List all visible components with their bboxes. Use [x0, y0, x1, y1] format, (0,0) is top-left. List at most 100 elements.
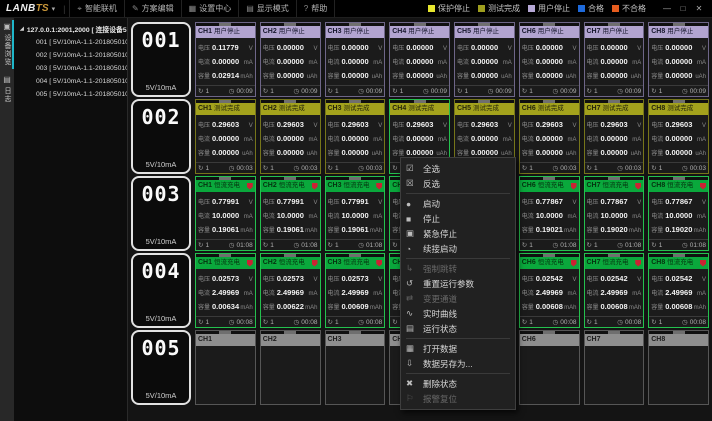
context-menu-label: 变更通道 — [423, 293, 457, 305]
channel-name: CH2 — [263, 257, 277, 269]
protection-shield-icon — [376, 183, 382, 190]
channel-readings: 电压0.77991V电流10.0000mA容量0.19061mAh — [326, 192, 385, 239]
channel-card-001-ch4[interactable]: CH4用户停止电压0.00000V电流0.00000mA容量0.00000uAh… — [389, 22, 450, 97]
channel-card-001-ch5[interactable]: CH5用户停止电压0.00000V电流0.00000mA容量0.00000uAh… — [454, 22, 515, 97]
channel-card-005-ch1[interactable]: CH1 — [195, 330, 256, 405]
device-badge-004[interactable]: 0045V/10mA — [131, 253, 191, 328]
channel-card-004-ch3[interactable]: CH3恒流充电电压0.02573V电流2.49969mA容量0.00609mAh… — [325, 253, 386, 328]
menu-item-help[interactable]: ?帮助 — [297, 0, 335, 17]
elapsed-time: ◷00:08 — [229, 318, 253, 326]
context-menu-item-delete-status[interactable]: ✖删除状态 — [401, 376, 515, 391]
channel-card-003-ch7[interactable]: CH7恒流充电电压0.77867V电流10.0000mA容量0.19020mAh… — [584, 176, 645, 251]
context-menu-item-save-data-as[interactable]: ⇩数据另存为... — [401, 356, 515, 371]
channel-card-001-ch1[interactable]: CH1用户停止电压0.11779V电流0.00000mA容量0.02914mAh… — [195, 22, 256, 97]
context-menu-item-invert-selection[interactable]: ☒反选 — [401, 176, 515, 191]
context-menu-item-reset-run-params[interactable]: ↺重置运行参数 — [401, 276, 515, 291]
logo-dropdown-caret[interactable]: ▾ — [52, 5, 56, 13]
channel-name: CH7 — [587, 334, 601, 346]
capacity-unit: mAh — [564, 228, 576, 234]
channel-card-003-ch1[interactable]: CH1恒流充电电压0.77991V电流10.0000mA容量0.19061mAh… — [195, 176, 256, 251]
current-reading: 电流10.0000mA — [587, 211, 642, 220]
emergency-stop-icon: ▣ — [406, 228, 423, 239]
minimize-button[interactable]: — — [660, 4, 674, 13]
voltage-value: 0.77867 — [665, 197, 701, 206]
channel-card-001-ch2[interactable]: CH2用户停止电压0.00000V电流0.00000mA容量0.00000uAh… — [260, 22, 321, 97]
current-value: 0.00000 — [277, 134, 308, 143]
channel-card-002-ch2[interactable]: CH2测试完成电压0.29603V电流0.00000mA容量0.00000uAh… — [260, 99, 321, 174]
side-tab-device-browse[interactable]: ▣设备浏览 — [0, 18, 14, 71]
clock-icon: ◷ — [294, 87, 300, 95]
menu-item-display-mode[interactable]: ▤显示模式 — [239, 0, 297, 17]
device-badge-001[interactable]: 0015V/10mA — [131, 22, 191, 97]
channel-footer: ↻1◷00:09 — [390, 85, 449, 96]
current-label: 电流 — [522, 211, 535, 220]
tree-item-device-2[interactable]: 002 [ 5V/10mA-1.1-20180501002 ] — [14, 49, 127, 62]
legend-color-swatch — [478, 5, 485, 12]
context-menu-item-realtime-curve[interactable]: ∿实时曲线 — [401, 306, 515, 321]
voltage-unit: V — [508, 123, 512, 129]
legend-item: 合格 — [578, 3, 604, 14]
channel-card-001-ch8[interactable]: CH8用户停止电压0.00000V电流0.00000mA容量0.00000uAh… — [648, 22, 709, 97]
loop-icon: ↻ — [587, 87, 592, 95]
channel-card-001-ch3[interactable]: CH3用户停止电压0.00000V电流0.00000mA容量0.00000uAh… — [325, 22, 386, 97]
protection-shield-icon — [571, 260, 577, 267]
device-badge-003[interactable]: 0035V/10mA — [131, 176, 191, 251]
context-menu-item-resume-start[interactable]: ◔续接启动 — [401, 241, 515, 256]
channel-card-002-ch3[interactable]: CH3测试完成电压0.29603V电流0.00000mA容量0.00000uAh… — [325, 99, 386, 174]
channel-name: CH7 — [587, 103, 601, 115]
menu-item-smart-connect[interactable]: ⌖智能联机 — [69, 0, 125, 17]
channel-card-003-ch8[interactable]: CH8恒流充电电压0.77867V电流10.0000mA容量0.19020mAh… — [648, 176, 709, 251]
context-menu-item-select-all[interactable]: ☑全选 — [401, 161, 515, 176]
device-badge-005[interactable]: 0055V/10mA — [131, 330, 191, 405]
tree-item-device-3[interactable]: 003 [ 5V/10mA-1.1-20180501003 ] — [14, 62, 127, 75]
voltage-value: 0.00000 — [342, 43, 378, 52]
loop-icon: ↻ — [198, 164, 203, 172]
capacity-unit: uAh — [372, 74, 383, 80]
channel-card-004-ch1[interactable]: CH1恒流充电电压0.02573V电流2.49969mA容量0.00634mAh… — [195, 253, 256, 328]
loop-icon: ↻ — [457, 87, 462, 95]
context-menu-label: 反选 — [423, 178, 440, 190]
channel-card-005-ch3[interactable]: CH3 — [325, 330, 386, 405]
channel-cards: CH1用户停止电压0.11779V电流0.00000mA容量0.02914mAh… — [195, 22, 709, 97]
channel-card-005-ch7[interactable]: CH7 — [584, 330, 645, 405]
context-menu-item-emergency-stop[interactable]: ▣紧急停止 — [401, 226, 515, 241]
time-value: 01:08 — [236, 242, 252, 249]
context-menu-item-stop[interactable]: ■停止 — [401, 211, 515, 226]
context-menu-item-start[interactable]: ●启动 — [401, 196, 515, 211]
channel-card-004-ch6[interactable]: CH6恒流充电电压0.02542V电流2.49969mA容量0.00608mAh… — [519, 253, 580, 328]
channel-card-002-ch6[interactable]: CH6测试完成电压0.29603V电流0.00000mA容量0.00000uAh… — [519, 99, 580, 174]
current-unit: mA — [244, 60, 253, 66]
tree-item-device-4[interactable]: 004 [ 5V/10mA-1.1-20180501004 ] — [14, 75, 127, 88]
menu-item-plan-editor[interactable]: ✎方案编辑 — [125, 0, 182, 17]
menu-item-settings-center[interactable]: ▦设置中心 — [182, 0, 240, 17]
channel-card-003-ch2[interactable]: CH2恒流充电电压0.77991V电流10.0000mA容量0.19061mAh… — [260, 176, 321, 251]
restore-button[interactable]: □ — [676, 4, 690, 13]
channel-card-005-ch6[interactable]: CH6 — [519, 330, 580, 405]
channel-card-005-ch8[interactable]: CH8 — [648, 330, 709, 405]
channel-card-004-ch8[interactable]: CH8恒流充电电压0.02542V电流2.49969mA容量0.00608mAh… — [648, 253, 709, 328]
current-reading: 电流0.00000mA — [198, 134, 253, 143]
tree-root-node[interactable]: ◢ 127.0.0.1:2001,2000 [ 连接设备5 台 ] — [14, 22, 127, 36]
channel-card-005-ch2[interactable]: CH2 — [260, 330, 321, 405]
channel-header: CH5测试完成 — [455, 103, 514, 115]
capacity-value: 0.02914 — [212, 71, 239, 80]
channel-card-002-ch1[interactable]: CH1测试完成电压0.29603V电流0.00000mA容量0.00000uAh… — [195, 99, 256, 174]
context-menu-item-run-status[interactable]: ▤运行状态 — [401, 321, 515, 336]
device-badge-002[interactable]: 0025V/10mA — [131, 99, 191, 174]
elapsed-time: ◷00:03 — [358, 164, 382, 172]
channel-card-001-ch7[interactable]: CH7用户停止电压0.00000V电流0.00000mA容量0.00000uAh… — [584, 22, 645, 97]
close-button[interactable]: ✕ — [692, 4, 706, 13]
channel-card-004-ch7[interactable]: CH7恒流充电电压0.02542V电流2.49969mA容量0.00608mAh… — [584, 253, 645, 328]
channel-card-002-ch7[interactable]: CH7测试完成电压0.29603V电流0.00000mA容量0.00000uAh… — [584, 99, 645, 174]
side-tab-log[interactable]: ▤日志 — [0, 71, 14, 108]
tree-item-device-1[interactable]: 001 [ 5V/10mA-1.1-20180501001 ] — [14, 36, 127, 49]
loop-value: 1 — [464, 88, 468, 95]
channel-card-003-ch3[interactable]: CH3恒流充电电压0.77991V电流10.0000mA容量0.19061mAh… — [325, 176, 386, 251]
channel-card-004-ch2[interactable]: CH2恒流充电电压0.02573V电流2.49969mA容量0.00622mAh… — [260, 253, 321, 328]
channel-card-001-ch6[interactable]: CH6用户停止电压0.00000V电流0.00000mA容量0.00000uAh… — [519, 22, 580, 97]
tree-expand-icon[interactable]: ◢ — [20, 26, 24, 32]
channel-card-002-ch8[interactable]: CH8测试完成电压0.29603V电流0.00000mA容量0.00000uAh… — [648, 99, 709, 174]
context-menu-item-open-data[interactable]: ▦打开数据 — [401, 341, 515, 356]
tree-item-device-5[interactable]: 005 [ 5V/10mA-1.1-20180501005 ] — [14, 88, 127, 101]
channel-card-003-ch6[interactable]: CH6恒流充电电压0.77867V电流10.0000mA容量0.19021mAh… — [519, 176, 580, 251]
